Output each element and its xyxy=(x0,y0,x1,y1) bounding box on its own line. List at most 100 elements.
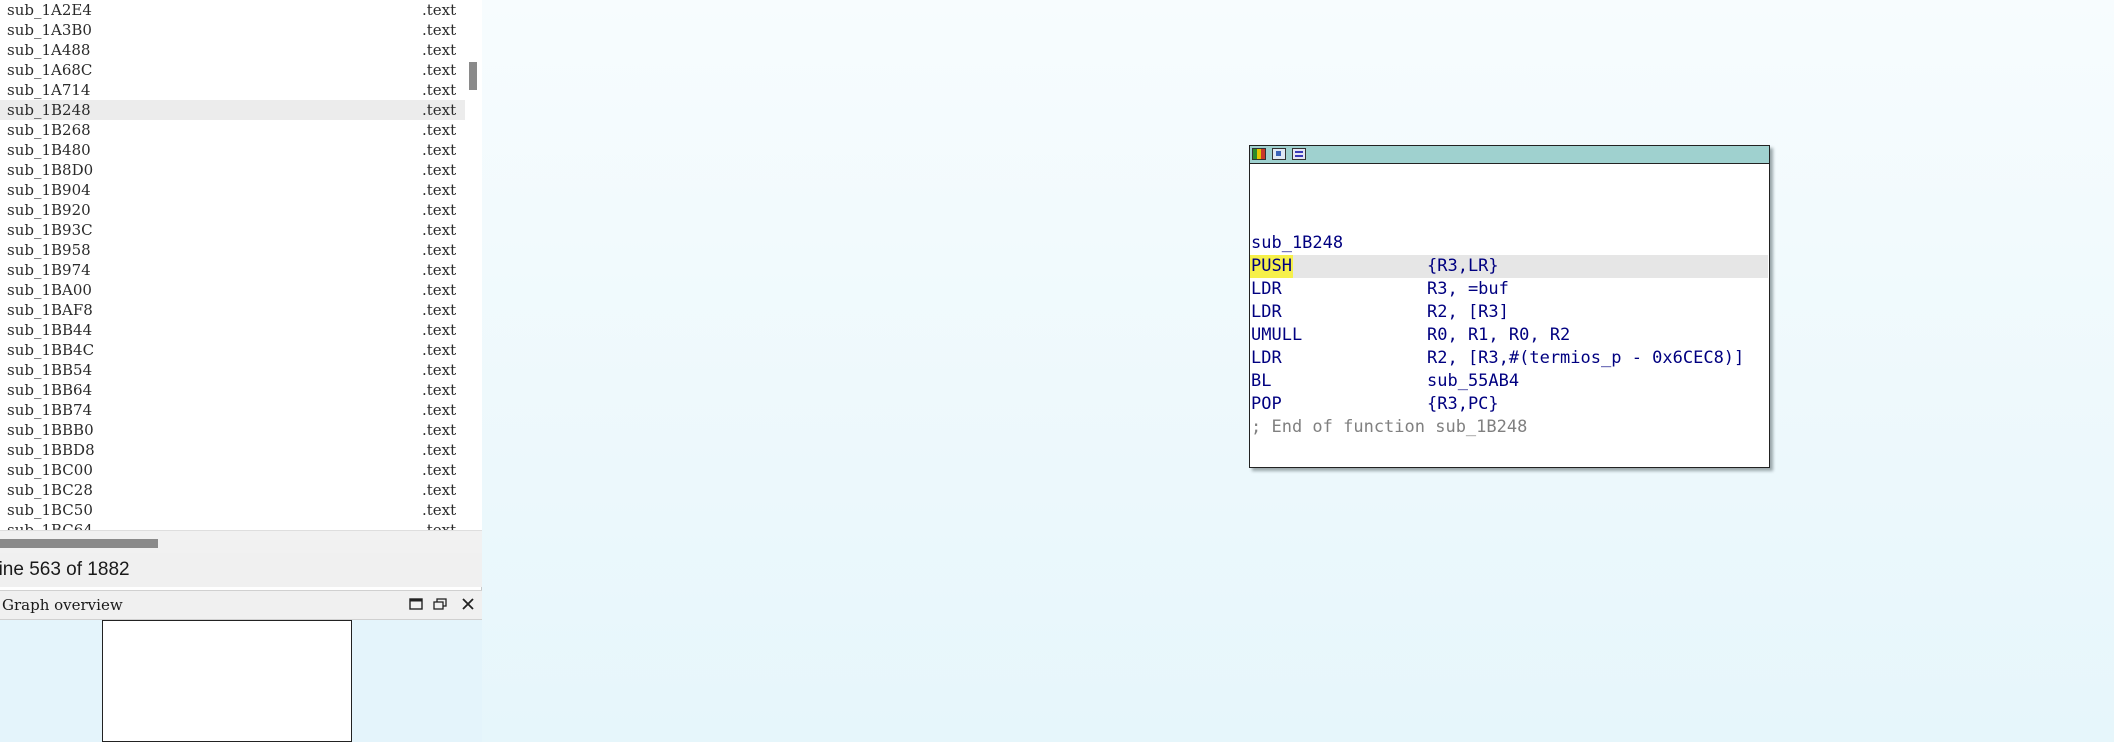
function-label[interactable]: sub_1B248 xyxy=(1251,232,1343,255)
instruction-mnemonic[interactable]: POP xyxy=(1251,393,1282,416)
function-list-row[interactable]: sub_1BBD8 .text xyxy=(0,440,465,460)
function-segment: .text xyxy=(422,261,456,279)
instruction-mnemonic[interactable]: BL xyxy=(1251,370,1271,393)
instruction-line[interactable]: POP {R3,PC} xyxy=(1251,393,1768,416)
function-name: sub_1BC00 xyxy=(7,461,93,479)
function-name: sub_1BAF8 xyxy=(7,301,93,319)
function-list-row[interactable]: sub_1BC28 .text xyxy=(0,480,465,500)
function-name: sub_1A3B0 xyxy=(7,21,92,39)
function-list-row[interactable]: sub_1BAF8 .text xyxy=(0,300,465,320)
function-name: sub_1B93C xyxy=(7,221,93,239)
instruction-operands[interactable]: R2, [R3] xyxy=(1427,301,1509,324)
instruction-line[interactable]: UMULL R0, R1, R0, R2 xyxy=(1251,324,1768,347)
function-segment: .text xyxy=(422,41,456,59)
function-name: sub_1BB54 xyxy=(7,361,93,379)
node-titlebar xyxy=(1250,146,1769,164)
function-list-row[interactable]: sub_1BC50 .text xyxy=(0,500,465,520)
function-name: sub_1BC64 xyxy=(7,521,93,530)
function-list-row[interactable]: sub_1BB44 .text xyxy=(0,320,465,340)
function-segment: .text xyxy=(422,341,456,359)
function-graph-node[interactable]: sub_1B248 PUSH {R3,LR} LDR R3, =buf LDR R2, [… xyxy=(1249,145,1770,468)
function-list-row[interactable]: sub_1A488 .text xyxy=(0,40,465,60)
function-list-row[interactable]: sub_1BC64 .text xyxy=(0,520,465,530)
instruction-operands[interactable]: {R3,LR} xyxy=(1427,255,1499,278)
function-list-row[interactable]: sub_1A68C .text xyxy=(0,60,465,80)
function-segment: .text xyxy=(422,301,456,319)
function-name: sub_1BBB0 xyxy=(7,421,94,439)
function-list-row[interactable]: sub_1BC00 .text xyxy=(0,460,465,480)
function-name: sub_1B268 xyxy=(7,121,91,139)
function-segment: .text xyxy=(422,361,456,379)
graph-canvas[interactable]: sub_1B248 PUSH {R3,LR} LDR R3, =buf LDR R2, [… xyxy=(482,0,2114,742)
color-palette-icon[interactable] xyxy=(1252,148,1266,160)
function-segment: .text xyxy=(422,421,456,439)
function-segment: .text xyxy=(422,181,456,199)
close-icon[interactable] xyxy=(458,595,478,615)
function-segment: .text xyxy=(422,141,456,159)
function-list-row[interactable]: sub_1B248 .text xyxy=(0,100,465,120)
instruction-operands[interactable]: R2, [R3,#(termios_p - 0x6CEC8)] xyxy=(1427,347,1744,370)
function-segment: .text xyxy=(422,501,456,519)
instruction-mnemonic[interactable]: UMULL xyxy=(1251,324,1302,347)
function-segment: .text xyxy=(422,201,456,219)
function-list-row[interactable]: sub_1BBB0 .text xyxy=(0,420,465,440)
function-list-row[interactable]: sub_1BB4C .text xyxy=(0,340,465,360)
function-segment: .text xyxy=(422,81,456,99)
function-list-row[interactable]: sub_1B904 .text xyxy=(0,180,465,200)
function-list-row[interactable]: sub_1B480 .text xyxy=(0,140,465,160)
function-segment: .text xyxy=(422,221,456,239)
function-list-row[interactable]: sub_1B268 .text xyxy=(0,120,465,140)
function-segment: .text xyxy=(422,401,456,419)
zoom-icon[interactable] xyxy=(1292,148,1306,160)
function-list-row[interactable]: sub_1B93C .text xyxy=(0,220,465,240)
graph-view-icon[interactable] xyxy=(1272,148,1286,160)
function-segment: .text xyxy=(422,441,456,459)
end-of-function-comment: ; End of function sub_1B248 xyxy=(1251,417,1528,437)
function-list-row[interactable]: sub_1A3B0 .text xyxy=(0,20,465,40)
horizontal-scrollbar-thumb[interactable] xyxy=(0,539,158,548)
function-list-row[interactable]: sub_1BB74 .text xyxy=(0,400,465,420)
function-list-row[interactable]: sub_1BA00 .text xyxy=(0,280,465,300)
function-list-horizontal-scrollbar[interactable] xyxy=(0,530,482,553)
function-segment: .text xyxy=(422,241,456,259)
graph-overview-viewport[interactable] xyxy=(102,620,352,742)
instruction-operands[interactable]: {R3,PC} xyxy=(1427,393,1499,416)
function-list-row[interactable]: sub_1BB64 .text xyxy=(0,380,465,400)
function-list-row[interactable]: sub_1A2E4 .text xyxy=(0,0,465,20)
instruction-mnemonic[interactable]: LDR xyxy=(1251,301,1282,324)
restore-icon[interactable] xyxy=(430,595,450,615)
function-list-row[interactable]: sub_1B8D0 .text xyxy=(0,160,465,180)
function-name: sub_1BB4C xyxy=(7,341,95,359)
function-list-row[interactable]: sub_1B920 .text xyxy=(0,200,465,220)
function-name: sub_1BA00 xyxy=(7,281,92,299)
function-list[interactable]: sub_1A2E4 .text sub_1A3B0 .text sub_1A488 .te… xyxy=(0,0,465,530)
function-list-row[interactable]: sub_1BB54 .text xyxy=(0,360,465,380)
function-list-row[interactable]: sub_1B974 .text xyxy=(0,260,465,280)
maximize-icon[interactable] xyxy=(406,595,426,615)
function-name: sub_1BB74 xyxy=(7,401,93,419)
graph-overview-body[interactable] xyxy=(0,620,482,742)
function-segment: .text xyxy=(422,101,456,119)
instruction-operands[interactable]: R3, =buf xyxy=(1427,278,1509,301)
function-list-vertical-scrollbar[interactable] xyxy=(465,0,482,530)
function-name: sub_1B8D0 xyxy=(7,161,94,179)
vertical-scrollbar-thumb[interactable] xyxy=(469,62,477,90)
graph-overview-title: Graph overview xyxy=(2,596,123,614)
instruction-line[interactable]: BL sub_55AB4 xyxy=(1251,370,1768,393)
function-segment: .text xyxy=(422,121,456,139)
function-name: sub_1B974 xyxy=(7,261,91,279)
instruction-mnemonic[interactable]: LDR xyxy=(1251,278,1282,301)
instruction-mnemonic[interactable]: PUSH xyxy=(1250,255,1293,278)
instruction-line[interactable]: PUSH {R3,LR} xyxy=(1250,255,1768,278)
instruction-line[interactable]: LDR R3, =buf xyxy=(1251,278,1768,301)
instruction-mnemonic[interactable]: LDR xyxy=(1251,347,1282,370)
function-segment: .text xyxy=(422,161,456,179)
function-list-row[interactable]: sub_1B958 .text xyxy=(0,240,465,260)
function-list-row[interactable]: sub_1A714 .text xyxy=(0,80,465,100)
instruction-operands[interactable]: sub_55AB4 xyxy=(1427,370,1519,393)
instruction-line[interactable]: LDR R2, [R3,#(termios_p - 0x6CEC8)] xyxy=(1251,347,1768,370)
instruction-line[interactable]: LDR R2, [R3] xyxy=(1251,301,1768,324)
function-name: sub_1B480 xyxy=(7,141,91,159)
instruction-operands[interactable]: R0, R1, R0, R2 xyxy=(1427,324,1570,347)
function-name: sub_1BC28 xyxy=(7,481,93,499)
